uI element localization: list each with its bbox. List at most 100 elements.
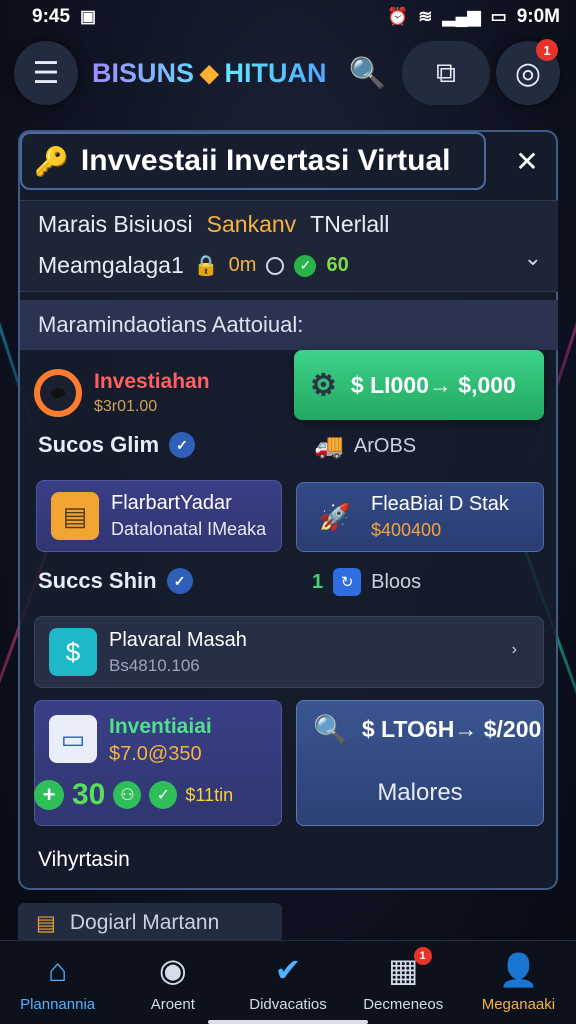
investment-title: Investiahan: [94, 370, 210, 393]
expand-button[interactable]: ⧉: [402, 41, 490, 105]
chevron-down-icon: ⌄: [523, 245, 542, 270]
investment-modal: 🔑 Invvestaii Invertasi Virtual ✕ Marais …: [18, 130, 558, 890]
robot-icon: ⚙: [310, 368, 337, 402]
signal-icon: ▂▄▆: [442, 7, 481, 26]
more-investment-button[interactable]: 🔍 $ LTO6H→ $/200 Malores: [296, 700, 544, 826]
app-header: ☰ BISUNS ◆ HITUAN 🔍 ⧉ ◎ 1: [14, 39, 562, 106]
stake-title: FleaBiai D Stak: [371, 493, 509, 515]
truck-icon: 🚚: [314, 433, 344, 460]
brand-left: BISUNS: [92, 57, 195, 88]
investment-amount: $3r01.00: [94, 398, 158, 415]
nav-badge: 1: [413, 947, 432, 965]
transfer-title: Plavaral Masah: [109, 628, 247, 651]
brand-logo: BISUNS ◆ HITUAN: [92, 58, 326, 89]
plus-icon: +: [34, 780, 64, 810]
blogs-label: Bloos: [371, 570, 422, 593]
success-label: Sucos Glim: [38, 432, 160, 457]
nav-label: Meganaaki: [481, 996, 556, 1013]
chevron-right-icon: ›: [511, 641, 517, 658]
status-time: 9:45: [32, 6, 71, 27]
person-badge-icon: ◉: [158, 952, 187, 988]
status-right-time: 9:0M: [516, 6, 560, 27]
transfer-card[interactable]: $ Plavaral Masah Bs4810.106 ›: [34, 616, 544, 688]
jobs-row: 🚚 ArOBS: [314, 432, 416, 461]
wallet-icon: ▭: [49, 715, 97, 763]
home-indicator: [208, 1020, 368, 1024]
nav-verification[interactable]: ✔ Didvacatios: [230, 941, 345, 1024]
section-header: Maramindaotians Aattoiual:: [20, 300, 558, 350]
stats-label: $11tin: [185, 784, 234, 805]
gallery-icon: ▣: [80, 7, 97, 26]
blogs-count: 1: [312, 570, 324, 593]
invest-range-label: $ LI000→ $,000: [350, 371, 516, 398]
account-timer: 0m: [228, 254, 257, 276]
nav-label: Didvacatios: [249, 996, 327, 1013]
account-label: Marais Bisiuosi: [38, 211, 193, 237]
magnifier-icon: 🔍: [313, 714, 348, 745]
check-circle-icon: ✔: [274, 952, 302, 988]
home-icon: ⌂: [47, 951, 68, 988]
account-extra: TNerlall: [310, 211, 390, 237]
nav-agent[interactable]: ◉ Aroent: [115, 941, 230, 1024]
key-button[interactable]: 🔍: [348, 56, 385, 91]
gem-icon: ◆: [200, 59, 219, 87]
notification-badge: 1: [536, 39, 558, 61]
check-badge-icon: ✓: [169, 432, 196, 458]
radio-icon: [266, 256, 285, 275]
ring-icon: [34, 369, 82, 417]
expand-icon: ⧉: [436, 56, 456, 88]
nav-home[interactable]: ⌂ Plannannia: [0, 941, 115, 1024]
check-icon: ✓: [149, 781, 178, 809]
account-accent: Sankanv: [206, 211, 297, 237]
investment-item[interactable]: Investiahan $3r01.00: [34, 358, 284, 428]
modal-title: Invvestaii Invertasi Virtual: [80, 144, 451, 177]
wifi-icon: ≋: [418, 7, 433, 26]
lock-icon: 🔒: [193, 255, 219, 277]
investment-card-title: Inventiaiai: [109, 715, 212, 738]
portfolio-card[interactable]: ▤ FlarbartYadar Datalonatal IMeaka: [36, 480, 282, 552]
account-row: Marais Bisiuosi Sankanv TNerlall: [38, 211, 540, 238]
background-card[interactable]: ▤ Dogiarl Martann: [18, 903, 282, 943]
account-dropdown[interactable]: Marais Bisiuosi Sankanv TNerlall Meamgal…: [20, 200, 558, 292]
user-icon: 👤: [498, 952, 539, 988]
modal-title-bar: 🔑 Invvestaii Invertasi Virtual: [20, 132, 486, 190]
users-icon: ⚇: [113, 781, 142, 809]
alarm-icon: ⏰: [387, 7, 409, 26]
jobs-label: ArOBS: [353, 435, 417, 457]
account-score: 60: [326, 254, 349, 276]
sync-icon: ↻: [333, 568, 362, 596]
bottom-nav: ⌂ Plannannia ◉ Aroent ✔ Didvacatios ▦ 1 …: [0, 940, 576, 1024]
background-card-label: Dogiarl Martann: [69, 911, 220, 934]
stake-amount: $400400: [371, 520, 442, 540]
rocket-icon: 🚀: [318, 501, 352, 532]
menu-button[interactable]: ☰: [14, 41, 78, 105]
blogs-row: 1 ↻ Bloos: [312, 568, 421, 596]
more-investment-label: $ LTO6H→ $/200: [361, 716, 542, 742]
nav-label: Decmeneos: [363, 996, 444, 1013]
check-badge-icon: ✓: [166, 568, 193, 594]
battery-icon: ▭: [490, 7, 507, 26]
transfer-subtitle: Bs4810.106: [109, 655, 200, 675]
success-row: Succs Shin ✓: [38, 568, 193, 594]
nav-label: Aroent: [150, 996, 195, 1013]
account-details: Meamgalaga1 🔒 0m ✓ 60: [38, 252, 540, 279]
folder-icon: ▤: [36, 911, 56, 935]
menu-icon: ☰: [32, 56, 60, 90]
nav-account[interactable]: 👤 Meganaaki: [461, 941, 576, 1024]
stake-card[interactable]: 🚀 FleaBiai D Stak $400400: [296, 482, 544, 552]
check-icon: ✓: [294, 254, 317, 277]
modal-footer-label: Vihyrtasin: [38, 848, 130, 871]
nav-label: Plannannia: [20, 996, 96, 1013]
headset-icon: ◎: [514, 56, 542, 90]
notifications-button[interactable]: ◎ 1: [496, 39, 560, 105]
key-icon: 🔍: [348, 56, 386, 90]
key-icon: 🔑: [34, 145, 69, 177]
portfolio-title: FlarbartYadar: [111, 492, 232, 514]
brand-right: HITUAN: [224, 57, 327, 88]
more-label: Malores: [377, 779, 463, 806]
box-icon: ▤: [51, 492, 99, 540]
nav-documents[interactable]: ▦ 1 Decmeneos: [346, 941, 461, 1024]
close-button[interactable]: ✕: [498, 132, 556, 190]
invest-range-button[interactable]: ⚙ $ LI000→ $,000: [294, 350, 544, 420]
stats-row: + 30 ⚇ ✓ $11tin: [34, 778, 233, 812]
